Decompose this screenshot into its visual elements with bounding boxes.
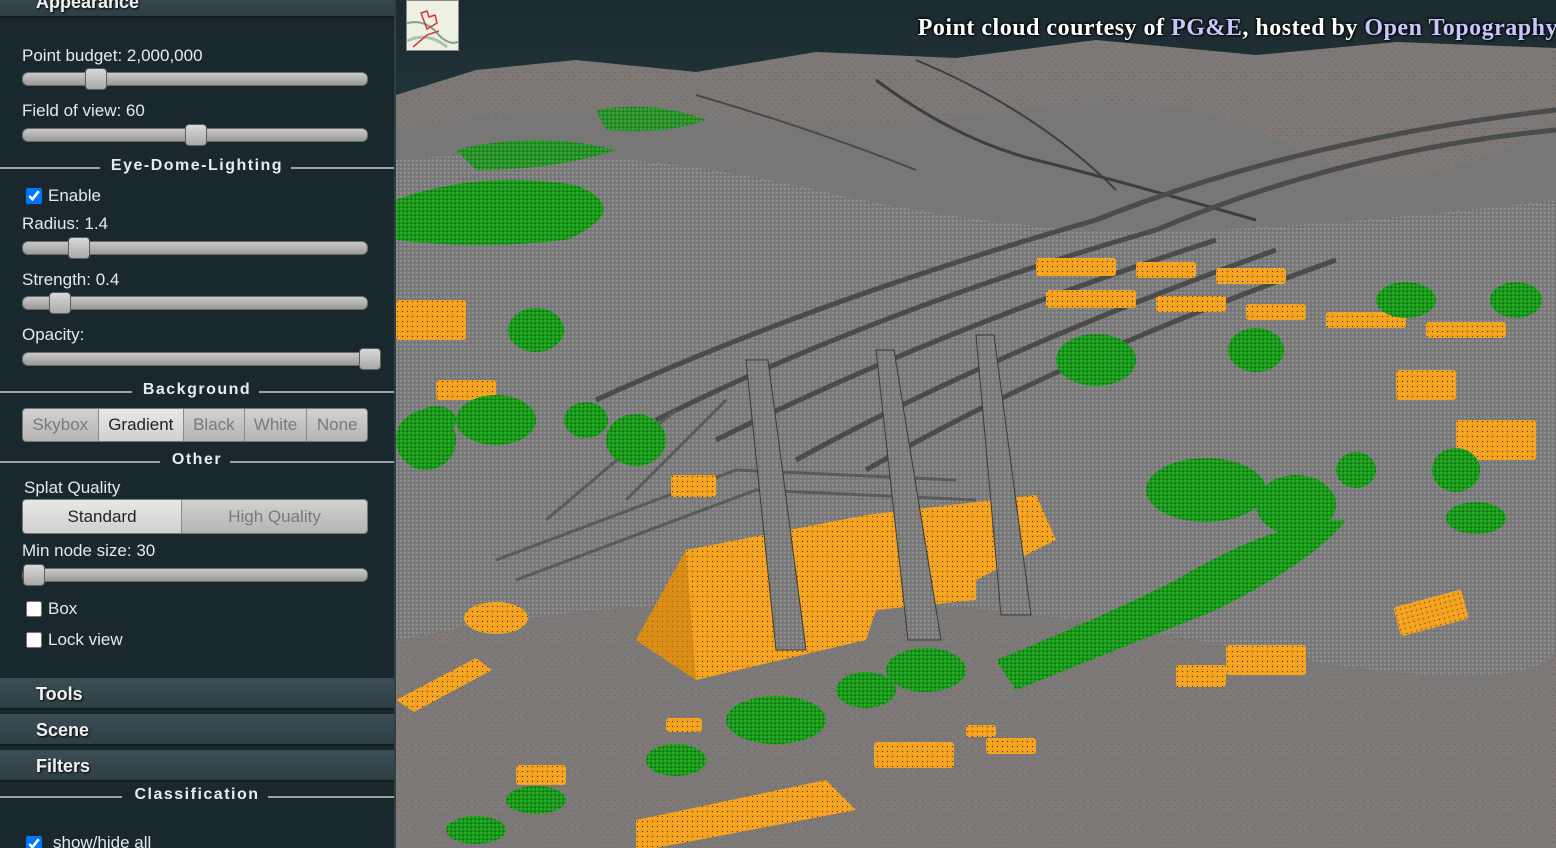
edl-strength-slider[interactable] [22, 292, 368, 314]
background-gradient-button[interactable]: Gradient [98, 409, 185, 441]
splat-high-quality-button[interactable]: High Quality [182, 500, 367, 533]
attribution-text: Point cloud courtesy of PG&E, hosted by … [918, 15, 1556, 42]
pge-link[interactable]: PG&E [1171, 15, 1242, 41]
box-checkbox[interactable] [26, 601, 42, 617]
point-cloud-render[interactable] [396, 0, 1556, 848]
point-cloud-viewport[interactable]: Point cloud courtesy of PG&E, hosted by … [396, 0, 1556, 848]
edl-radius-slider-thumb[interactable] [68, 237, 91, 259]
show-hide-all-label: show/hide all [53, 833, 152, 848]
lock-view-checkbox[interactable] [26, 632, 42, 648]
edl-opacity-slider-thumb[interactable] [359, 348, 381, 370]
edl-opacity-slider[interactable] [22, 348, 381, 370]
edl-radius-label: Radius: 1.4 [22, 214, 108, 233]
box-label: Box [48, 599, 78, 618]
edl-strength-label: Strength: 0.4 [22, 270, 120, 289]
point-budget-slider-thumb[interactable] [84, 68, 107, 90]
field-of-view-slider-thumb[interactable] [185, 124, 207, 146]
field-of-view-label: Field of view: 60 [22, 101, 145, 120]
splat-standard-button[interactable]: Standard [23, 500, 183, 533]
attribution-prefix: Point cloud courtesy of [917, 15, 1172, 41]
lock-view-label: Lock view [48, 630, 123, 649]
classification-section-title: Classification [0, 786, 394, 806]
map-thumbnail-icon[interactable] [406, 0, 459, 51]
attribution-middle: , hosted by [1242, 15, 1365, 41]
edl-enable-label: Enable [48, 186, 101, 205]
splat-quality-button-group: Standard High Quality [22, 499, 368, 534]
field-of-view-slider[interactable] [22, 124, 368, 146]
edl-section-title: Eye-Dome-Lighting [0, 157, 394, 177]
background-none-button[interactable]: None [307, 409, 367, 441]
point-budget-slider[interactable] [22, 68, 368, 90]
background-skybox-button[interactable]: Skybox [23, 409, 99, 441]
edl-strength-slider-thumb[interactable] [48, 292, 71, 314]
min-node-size-slider-thumb[interactable] [23, 564, 45, 586]
sidebar: Appearance Point budget: 2,000,000 Field… [0, 0, 396, 848]
splat-quality-label: Splat Quality [24, 478, 121, 497]
other-section-title: Other [0, 451, 394, 471]
edl-opacity-label: Opacity: [22, 325, 85, 344]
edl-radius-slider[interactable] [22, 237, 368, 259]
background-white-button[interactable]: White [244, 409, 308, 441]
appearance-header[interactable]: Appearance [0, 0, 394, 18]
min-node-size-label: Min node size: 30 [22, 541, 156, 560]
open-topography-link[interactable]: Open Topography [1364, 15, 1556, 41]
show-hide-all-checkbox[interactable] [26, 836, 42, 848]
background-black-button[interactable]: Black [184, 409, 245, 441]
tools-header[interactable]: Tools [0, 678, 394, 710]
background-button-group: Skybox Gradient Black White None [22, 408, 368, 442]
background-section-title: Background [0, 381, 394, 401]
filters-header[interactable]: Filters [0, 750, 394, 782]
point-budget-label: Point budget: 2,000,000 [22, 46, 203, 65]
min-node-size-slider[interactable] [22, 564, 368, 586]
scene-header[interactable]: Scene [0, 714, 394, 746]
edl-enable-checkbox[interactable] [26, 188, 42, 204]
